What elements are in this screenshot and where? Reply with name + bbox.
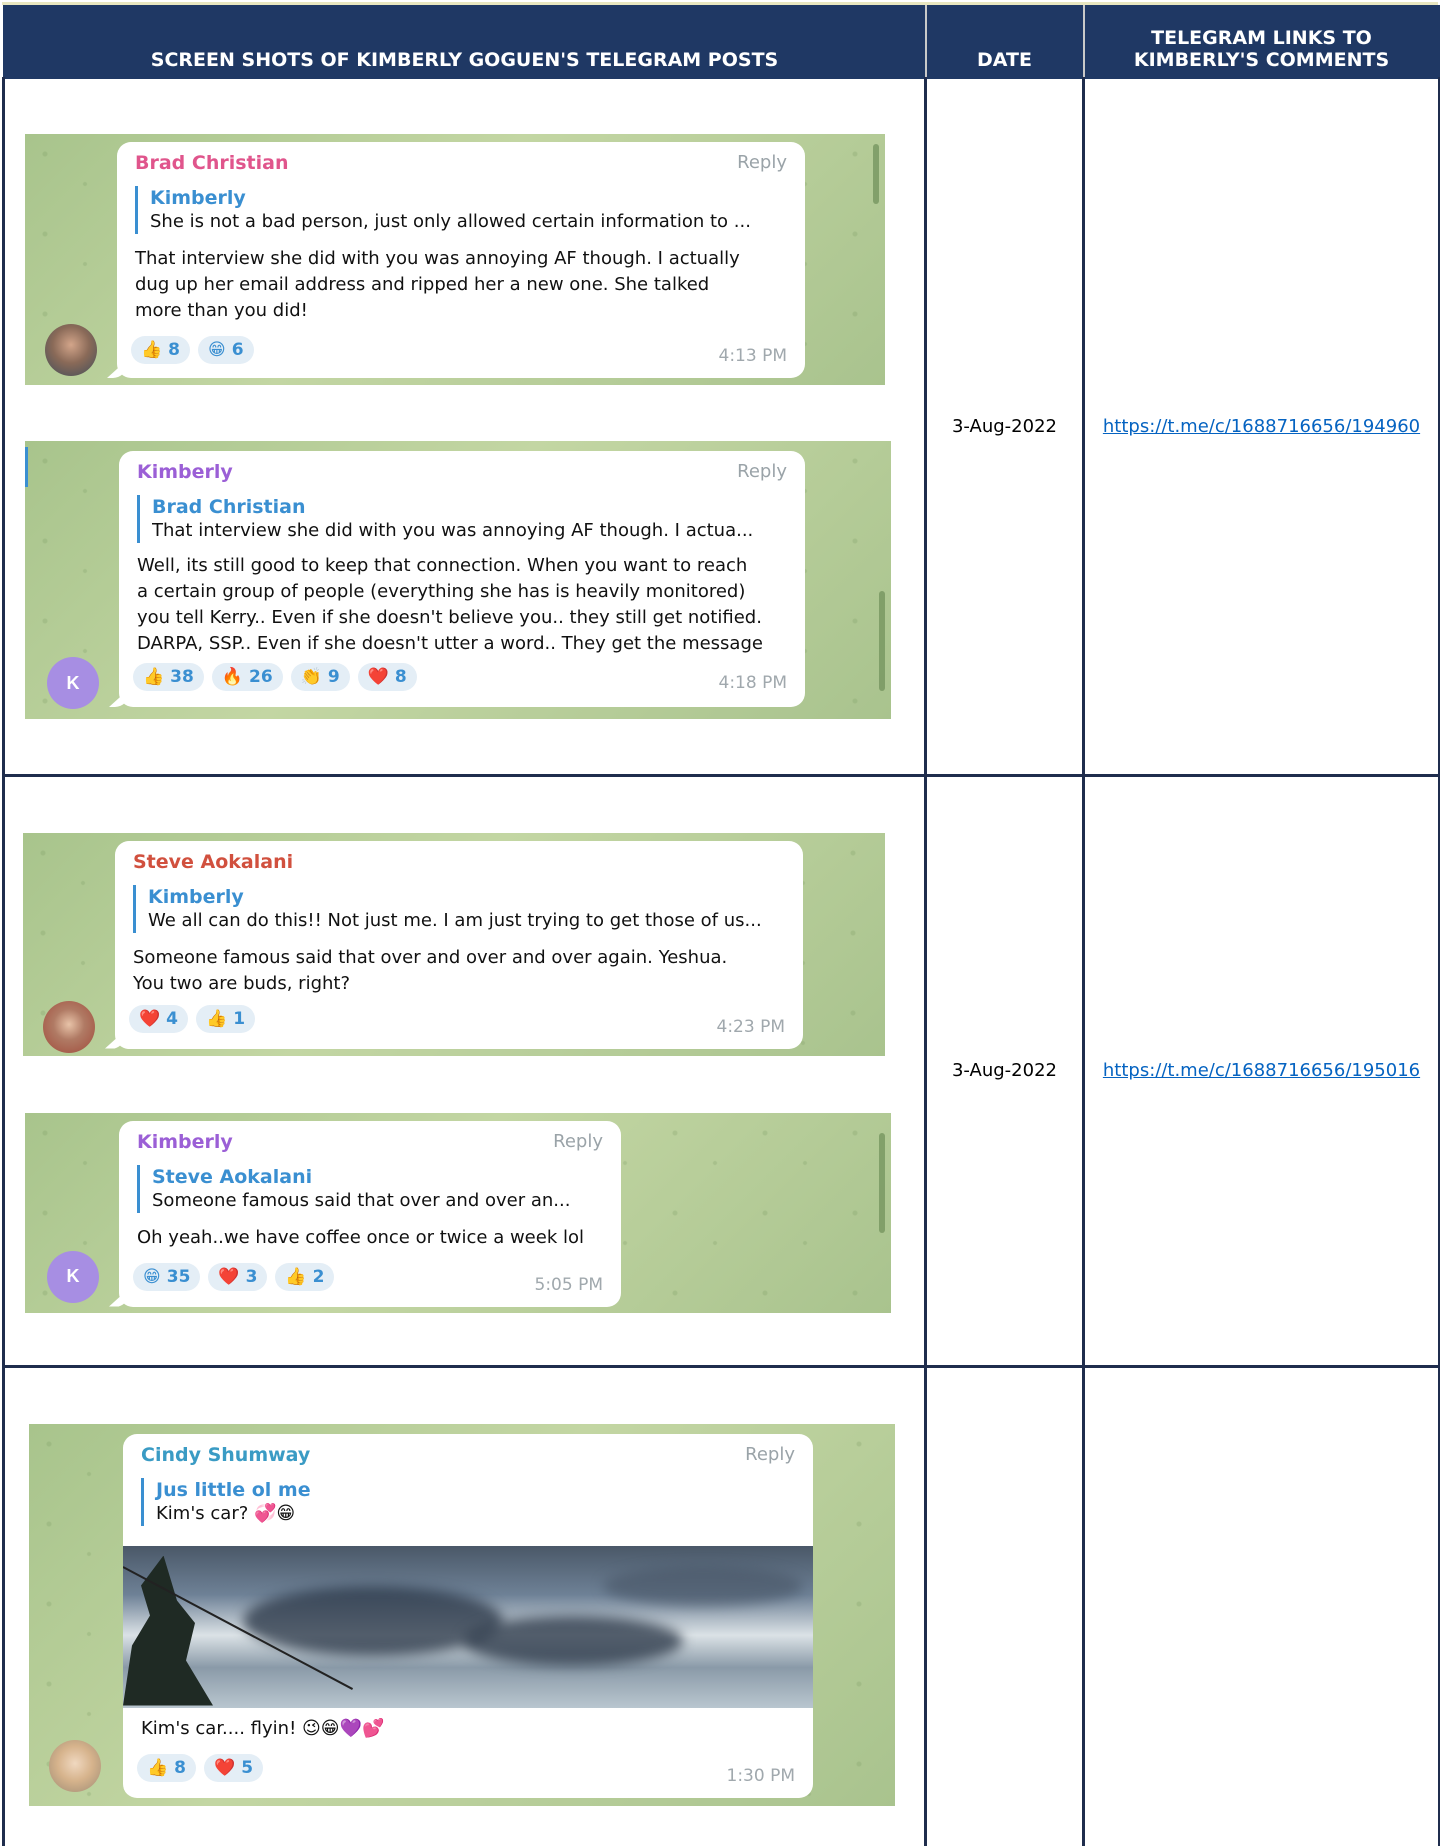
quote-text: She is not a bad person, just only allow…	[150, 211, 751, 232]
avatar	[45, 324, 97, 376]
quoted-message[interactable]: Kimberly She is not a bad person, just o…	[135, 186, 775, 234]
quote-text: That interview she did with you was anno…	[152, 520, 754, 541]
link-cell	[1082, 1366, 1440, 1846]
telegram-screenshot: Steve Aokalani Kimberly We all can do th…	[23, 832, 885, 1056]
reaction-fire[interactable]: 🔥 26	[211, 663, 283, 691]
header-links: TELEGRAM LINKS TO KIMBERLY'S COMMENTS	[1082, 5, 1440, 79]
avatar	[43, 1000, 95, 1053]
date-cell: 3-Aug-2022	[924, 775, 1084, 1368]
avatar: K	[47, 1250, 99, 1303]
sender-name: Brad Christian	[135, 152, 289, 174]
posts-table: SCREEN SHOTS OF KIMBERLY GOGUEN'S TELEGR…	[2, 5, 1440, 1846]
reactions: 👍 8 😁 6	[131, 336, 254, 364]
reaction-thumbs-up[interactable]: 👍 8	[131, 336, 191, 364]
message-bubble: Kimberly Reply Brad Christian That inter…	[119, 451, 805, 707]
reaction-heart[interactable]: ❤️ 5	[204, 1753, 264, 1782]
reply-button[interactable]: Reply	[745, 1444, 795, 1465]
link-cell: https://t.me/c/1688716656/195016	[1082, 775, 1440, 1368]
sky-photo[interactable]	[123, 1545, 813, 1708]
reaction-clap[interactable]: 👏 9	[290, 663, 350, 691]
telegram-link[interactable]: https://t.me/c/1688716656/194960	[1103, 416, 1420, 437]
sender-name: Kimberly	[137, 1130, 233, 1153]
telegram-screenshot: Brad Christian Reply Kimberly She is not…	[25, 134, 885, 385]
message-bubble: Cindy Shumway Reply Jus little ol me Kim…	[123, 1433, 813, 1798]
link-cell: https://t.me/c/1688716656/194960	[1082, 78, 1440, 777]
telegram-link[interactable]: https://t.me/c/1688716656/195016	[1103, 1060, 1420, 1081]
table-row: Cindy Shumway Reply Jus little ol me Kim…	[2, 1366, 1440, 1846]
sender-name: Cindy Shumway	[141, 1443, 311, 1466]
avatar	[49, 1739, 101, 1792]
reactions: 👍 8 ❤️ 5	[137, 1753, 264, 1782]
message-text: That interview she did with you was anno…	[135, 248, 740, 321]
screenshot-cell: Steve Aokalani Kimberly We all can do th…	[2, 775, 926, 1368]
table-row: Brad Christian Reply Kimberly She is not…	[2, 78, 1440, 777]
quoted-message[interactable]: Jus little ol me Kim's car? 💞😁	[141, 1477, 541, 1526]
reactions: ❤️ 4 👍 1	[129, 1004, 256, 1033]
date-cell	[924, 1366, 1084, 1846]
message-text: Well, its still good to keep that connec…	[137, 555, 763, 654]
sender-name: Steve Aokalani	[133, 850, 294, 873]
reaction-grin[interactable]: 😁 35	[133, 1262, 201, 1291]
message-time: 4:13 PM	[718, 346, 788, 366]
sender-name: Kimberly	[137, 461, 233, 483]
quote-author: Brad Christian	[152, 496, 306, 518]
reaction-grin[interactable]: 😁 6	[198, 336, 254, 364]
reply-button[interactable]: Reply	[737, 152, 787, 173]
reply-button[interactable]: Reply	[553, 1131, 603, 1152]
message-text: Kim's car.... flyin! 😉😁💜💕	[141, 1717, 385, 1739]
reaction-thumbs-up[interactable]: 👍 2	[275, 1262, 335, 1291]
quote-text: Someone famous said that over and over a…	[152, 1189, 571, 1211]
quote-author: Jus little ol me	[156, 1478, 311, 1501]
avatar: K	[47, 657, 99, 709]
message-text: Oh yeah..we have coffee once or twice a …	[137, 1226, 584, 1248]
header-date: DATE	[924, 5, 1085, 79]
screenshot-cell: Cindy Shumway Reply Jus little ol me Kim…	[2, 1366, 926, 1846]
quote-author: Kimberly	[150, 187, 246, 209]
spreadsheet: SCREEN SHOTS OF KIMBERLY GOGUEN'S TELEGR…	[2, 2, 1440, 1846]
quoted-message[interactable]: Brad Christian That interview she did wi…	[137, 495, 787, 543]
quoted-message[interactable]: Kimberly We all can do this!! Not just m…	[133, 884, 783, 933]
screenshot-cell: Brad Christian Reply Kimberly She is not…	[2, 78, 926, 777]
message-time: 4:18 PM	[718, 673, 788, 693]
reaction-thumbs-up[interactable]: 👍 8	[137, 1753, 197, 1782]
reactions: 👍 38 🔥 26 👏 9 ❤️ 8	[133, 663, 417, 691]
date-cell: 3-Aug-2022	[924, 78, 1084, 777]
quote-author: Kimberly	[148, 885, 244, 908]
reaction-heart[interactable]: ❤️ 3	[208, 1262, 268, 1291]
telegram-screenshot: K Kimberly Reply Steve Aokalani Someone …	[25, 1112, 891, 1313]
message-bubble: Steve Aokalani Kimberly We all can do th…	[115, 840, 803, 1049]
reaction-heart[interactable]: ❤️ 4	[129, 1004, 189, 1033]
message-time: 5:05 PM	[534, 1274, 604, 1295]
quote-text: Kim's car? 💞😁	[156, 1502, 296, 1524]
message-bubble: Brad Christian Reply Kimberly She is not…	[117, 142, 805, 378]
reaction-heart[interactable]: ❤️ 8	[357, 663, 417, 691]
reaction-thumbs-up[interactable]: 👍 1	[196, 1004, 256, 1033]
table-row: Steve Aokalani Kimberly We all can do th…	[2, 775, 1440, 1368]
reaction-thumbs-up[interactable]: 👍 38	[133, 663, 204, 691]
quote-author: Steve Aokalani	[152, 1165, 313, 1188]
header-screenshots: SCREEN SHOTS OF KIMBERLY GOGUEN'S TELEGR…	[2, 5, 927, 79]
message-time: 1:30 PM	[726, 1765, 796, 1786]
reactions: 😁 35 ❤️ 3 👍 2	[133, 1262, 335, 1291]
telegram-screenshot: Cindy Shumway Reply Jus little ol me Kim…	[29, 1423, 895, 1806]
telegram-screenshot: K Kimberly Reply Brad Christian That int…	[25, 441, 891, 719]
message-time: 4:23 PM	[716, 1016, 786, 1037]
message-text: Someone famous said that over and over a…	[133, 946, 728, 994]
quoted-message[interactable]: Steve Aokalani Someone famous said that …	[137, 1164, 597, 1213]
quote-text: We all can do this!! Not just me. I am j…	[148, 909, 762, 931]
reply-button[interactable]: Reply	[737, 461, 787, 482]
message-bubble: Kimberly Reply Steve Aokalani Someone fa…	[119, 1120, 621, 1307]
